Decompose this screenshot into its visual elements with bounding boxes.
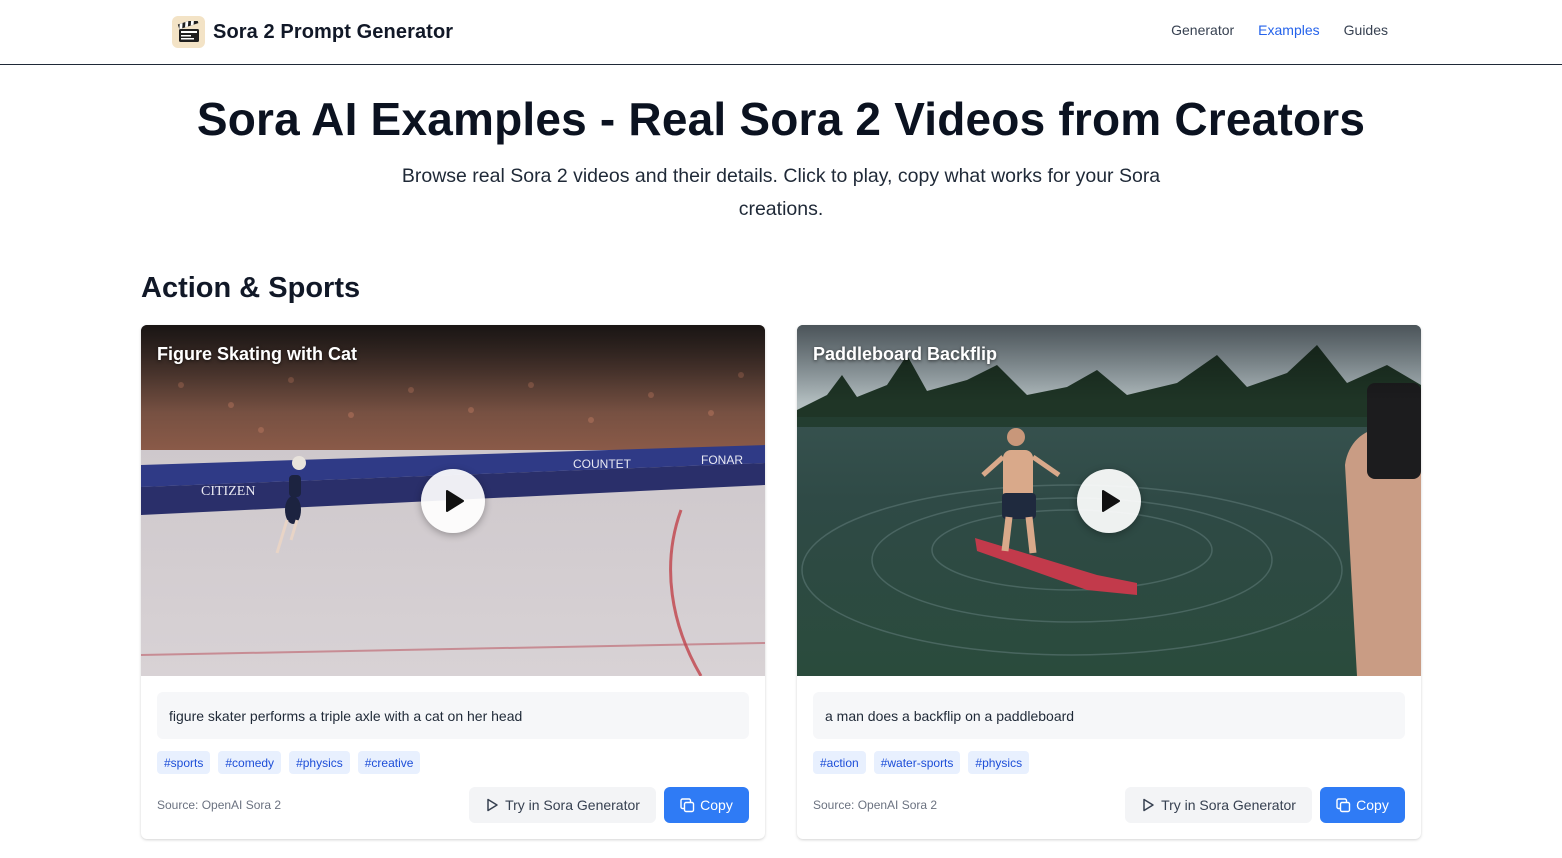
video-card: CITIZEN COUNTET FONAR Figure Skating wit…	[141, 325, 765, 839]
brand-title: Sora 2 Prompt Generator	[213, 20, 454, 43]
source-label: Source: OpenAI Sora 2	[813, 798, 938, 812]
video-thumbnail[interactable]: CITIZEN COUNTET FONAR Figure Skating wit…	[141, 325, 765, 676]
section-title: Action & Sports	[141, 272, 361, 304]
page-subtitle: Browse real Sora 2 videos and their deta…	[401, 165, 1161, 220]
video-thumbnail[interactable]: Paddleboard Backflip	[797, 325, 1421, 676]
video-title: Figure Skating with Cat	[157, 344, 358, 364]
nav-examples[interactable]: Examples	[1258, 22, 1319, 38]
tag-list: #sports #comedy #physics #creative	[157, 751, 421, 774]
prompt-text: a man does a backflip on a paddleboard	[813, 692, 1405, 739]
try-in-generator-button[interactable]: Try in Sora Generator	[469, 787, 656, 823]
copy-button-label: Copy	[700, 797, 733, 813]
try-button-label: Try in Sora Generator	[1161, 797, 1296, 813]
clapperboard-icon	[172, 16, 205, 48]
try-button-label: Try in Sora Generator	[505, 797, 640, 813]
tag[interactable]: #physics	[968, 751, 1030, 774]
tag[interactable]: #water-sports	[873, 751, 961, 774]
copy-button-label: Copy	[1356, 797, 1389, 813]
copy-icon	[1336, 797, 1351, 812]
prompt-text: figure skater performs a triple axle wit…	[157, 692, 749, 739]
tag[interactable]: #creative	[357, 751, 421, 774]
play-icon	[446, 490, 464, 512]
copy-icon	[680, 797, 695, 812]
nav-generator[interactable]: Generator	[1171, 22, 1234, 38]
tag[interactable]: #sports	[157, 751, 211, 774]
source-label: Source: OpenAI Sora 2	[157, 798, 282, 812]
video-title: Paddleboard Backflip	[813, 344, 998, 364]
page-title: Sora AI Examples - Real Sora 2 Videos fr…	[196, 93, 1366, 145]
nav-guides[interactable]: Guides	[1344, 22, 1388, 38]
tag[interactable]: #comedy	[218, 751, 282, 774]
main-nav: Generator Examples Guides	[1171, 22, 1388, 38]
play-button[interactable]	[1077, 469, 1141, 533]
play-outline-icon	[1143, 798, 1154, 812]
try-in-generator-button[interactable]: Try in Sora Generator	[1125, 787, 1312, 823]
tag-list: #action #water-sports #physics	[813, 751, 1030, 774]
play-button[interactable]	[421, 469, 485, 533]
top-navbar: Sora 2 Prompt Generator Generator Exampl…	[0, 0, 1562, 65]
play-outline-icon	[487, 798, 498, 812]
tag[interactable]: #action	[813, 751, 866, 774]
copy-button[interactable]: Copy	[1320, 787, 1405, 823]
copy-button[interactable]: Copy	[664, 787, 749, 823]
brand-link[interactable]: Sora 2 Prompt Generator	[172, 16, 453, 48]
play-icon	[1102, 490, 1120, 512]
tag[interactable]: #physics	[289, 751, 350, 774]
video-card: Paddleboard Backflip a man does a backfl…	[797, 325, 1421, 839]
